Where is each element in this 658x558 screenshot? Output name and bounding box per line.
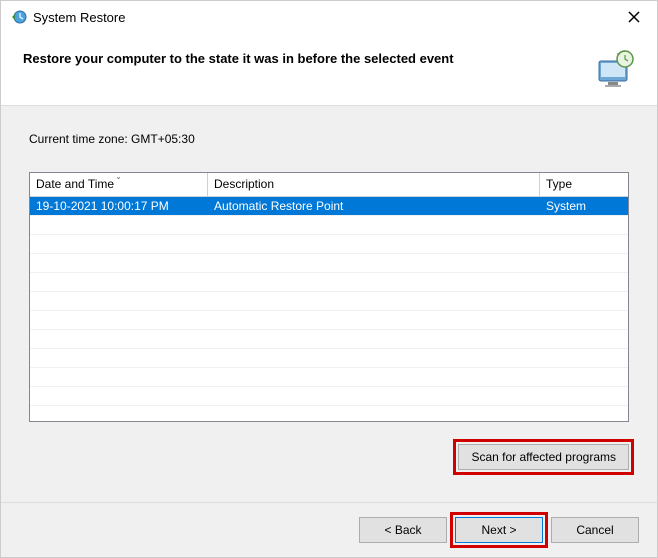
column-description[interactable]: Description (208, 173, 540, 196)
column-type-label: Type (546, 177, 572, 191)
table-row-empty (30, 254, 628, 273)
table-row-empty (30, 273, 628, 292)
window-title: System Restore (33, 10, 619, 25)
table-row[interactable]: 19-10-2021 10:00:17 PM Automatic Restore… (30, 197, 628, 216)
restore-monitor-icon (595, 49, 637, 89)
next-button[interactable]: Next > (455, 517, 543, 543)
table-row-empty (30, 311, 628, 330)
column-type[interactable]: Type (540, 173, 628, 196)
cell-type: System (540, 197, 628, 215)
content-area: Current time zone: GMT+05:30 Date and Ti… (1, 106, 657, 502)
sort-indicator-icon: ⌄ (115, 172, 122, 181)
system-restore-icon (9, 8, 27, 26)
header: Restore your computer to the state it wa… (1, 33, 657, 106)
table-row-empty (30, 216, 628, 235)
timezone-label: Current time zone: GMT+05:30 (29, 132, 629, 146)
table-row-empty (30, 368, 628, 387)
column-date-label: Date and Time (36, 177, 114, 191)
table-row-empty (30, 387, 628, 406)
close-button[interactable] (619, 6, 649, 28)
table-row-empty (30, 349, 628, 368)
cell-desc: Automatic Restore Point (208, 197, 540, 215)
table-header: Date and Time ⌄ Description Type (30, 173, 628, 197)
table-row-empty (30, 330, 628, 349)
cell-date: 19-10-2021 10:00:17 PM (30, 197, 208, 215)
restore-points-table: Date and Time ⌄ Description Type 19-10-2… (29, 172, 629, 422)
scan-row: Scan for affected programs (29, 444, 629, 470)
back-button[interactable]: < Back (359, 517, 447, 543)
table-row-empty (30, 235, 628, 254)
scan-affected-button[interactable]: Scan for affected programs (458, 444, 629, 470)
header-instruction: Restore your computer to the state it wa… (23, 49, 595, 66)
system-restore-window: System Restore Restore your computer to … (0, 0, 658, 558)
cancel-button[interactable]: Cancel (551, 517, 639, 543)
table-row-empty (30, 292, 628, 311)
table-body: 19-10-2021 10:00:17 PM Automatic Restore… (30, 197, 628, 421)
footer: < Back Next > Cancel (1, 502, 657, 557)
titlebar: System Restore (1, 1, 657, 33)
column-date[interactable]: Date and Time ⌄ (30, 173, 208, 196)
column-desc-label: Description (214, 177, 274, 191)
